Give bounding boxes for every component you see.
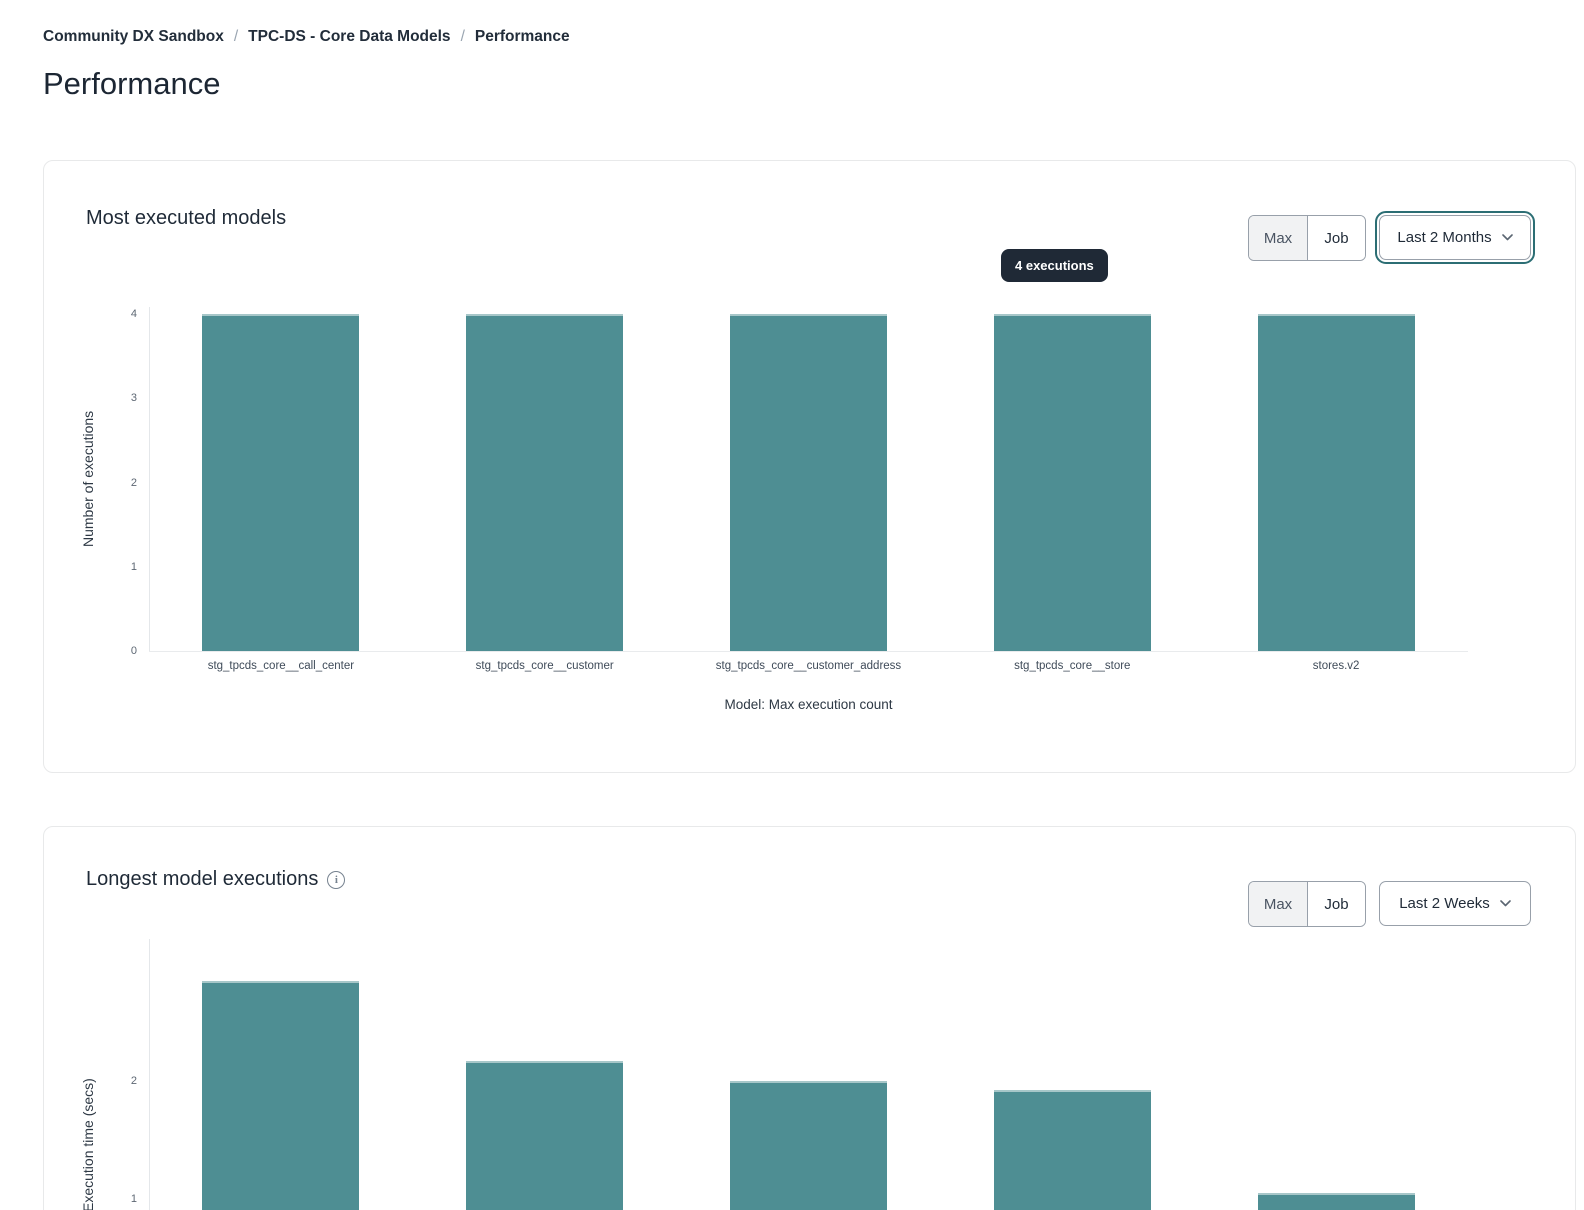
page-title: Performance [43, 66, 220, 102]
breadcrumb-item-environment[interactable]: TPC-DS - Core Data Models [248, 28, 450, 46]
y-axis-tick: 3 [97, 391, 137, 405]
longest-model-executions-card: Longest model executions i Max Job Last … [43, 826, 1576, 1210]
x-axis-title: Model: Max execution count [149, 697, 1468, 712]
bar-stores.v2[interactable] [1258, 314, 1415, 651]
y-axis-line [149, 307, 150, 651]
x-axis-label: stg_tpcds_core__customer_address [669, 660, 949, 672]
y-axis-tick: 1 [97, 1192, 137, 1206]
breadcrumb-item-current: Performance [475, 28, 570, 46]
y-axis-tick: 0 [97, 644, 137, 658]
most-executed-models-card: Most executed models Max Job Last 2 Mont… [43, 160, 1576, 773]
bar-stg_tpcds_core__customer_address[interactable] [730, 314, 887, 651]
x-axis-label: stg_tpcds_core__store [932, 660, 1212, 672]
x-axis-line [149, 651, 1468, 652]
x-axis-label: stores.v2 [1196, 660, 1476, 672]
x-axis-label: stg_tpcds_core__call_center [141, 660, 421, 672]
x-axis-label: stg_tpcds_core__customer [405, 660, 685, 672]
breadcrumb-item-project[interactable]: Community DX Sandbox [43, 28, 224, 46]
bar-column-4[interactable] [994, 1090, 1151, 1210]
bar-column-2[interactable] [466, 1061, 623, 1210]
breadcrumb-separator: / [461, 28, 465, 46]
y-axis-tick: 2 [97, 476, 137, 490]
longest-model-executions-chart: Execution time (secs) 1 2 [44, 827, 1575, 1210]
y-axis-tick: 2 [97, 1074, 137, 1088]
most-executed-models-chart: Number of executions Model: Max executio… [44, 161, 1575, 772]
chart-tooltip: 4 executions [1001, 249, 1108, 282]
bar-column-5[interactable] [1258, 1193, 1415, 1210]
y-axis-tick: 1 [97, 560, 137, 574]
bar-stg_tpcds_core__customer[interactable] [466, 314, 623, 651]
y-axis-tick: 4 [97, 307, 137, 321]
y-axis-title: Number of executions [78, 307, 98, 651]
bar-column-3[interactable] [730, 1081, 887, 1210]
breadcrumb-separator: / [234, 28, 238, 46]
breadcrumb: Community DX Sandbox / TPC-DS - Core Dat… [43, 28, 570, 46]
y-axis-line [149, 939, 150, 1210]
bar-stg_tpcds_core__call_center[interactable] [202, 314, 359, 651]
bar-stg_tpcds_core__store[interactable] [994, 314, 1151, 651]
y-axis-title: Execution time (secs) [78, 973, 98, 1210]
performance-page: Community DX Sandbox / TPC-DS - Core Dat… [0, 0, 1584, 1210]
bar-column-1[interactable] [202, 981, 359, 1210]
